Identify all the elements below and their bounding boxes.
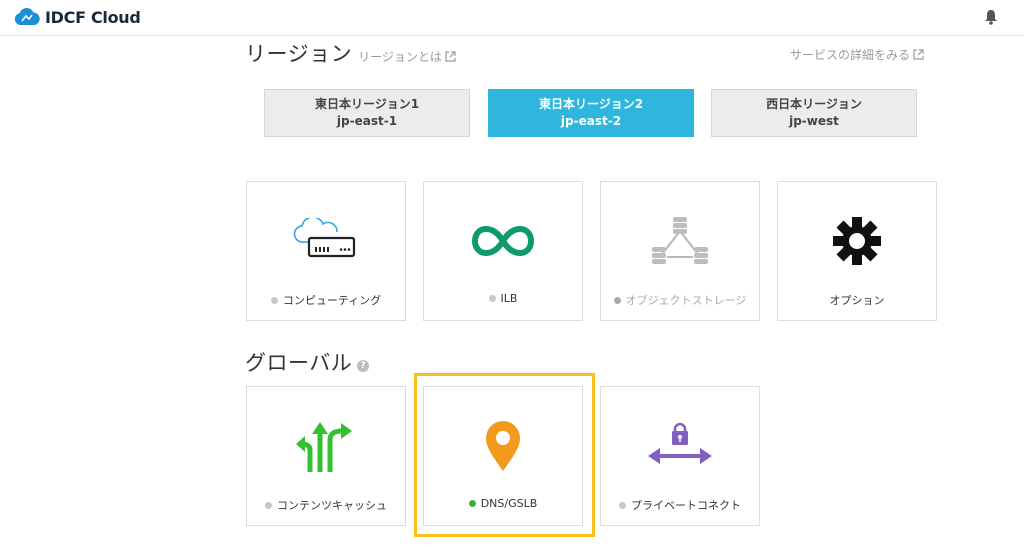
- about-region-link[interactable]: リージョンとは: [358, 50, 456, 64]
- service-label-text: コンピューティング: [282, 294, 382, 307]
- service-label: プライベートコネクト: [601, 497, 759, 513]
- region-tab-jp-west[interactable]: 西日本リージョン jp-west: [711, 89, 917, 137]
- service-label-text: コンテンツキャッシュ: [277, 499, 387, 512]
- service-label: コンテンツキャッシュ: [247, 497, 405, 513]
- service-label-text: オプション: [829, 294, 885, 307]
- service-label: DNS/GSLB: [424, 497, 582, 510]
- cloud-icon: [14, 8, 40, 25]
- about-region-link-label: リージョンとは: [358, 50, 442, 64]
- region-section-title: リージョン リージョンとは: [245, 38, 456, 68]
- service-label: コンピューティング: [247, 292, 405, 308]
- brand-logo[interactable]: IDCF Cloud: [13, 7, 141, 27]
- region-tab-name: 西日本リージョン: [766, 97, 862, 111]
- service-card-options[interactable]: オプション: [777, 181, 937, 321]
- object-storage-icon: [652, 217, 708, 264]
- global-title-text: グローバル: [245, 351, 353, 375]
- service-label: オブジェクトストレージ: [601, 292, 759, 308]
- region-title-text: リージョン: [245, 42, 353, 66]
- service-label-text: DNS/GSLB: [480, 497, 538, 510]
- region-tab-jp-east-1[interactable]: 東日本リージョン1 jp-east-1: [264, 89, 470, 137]
- status-dot: [265, 502, 272, 509]
- service-card-ilb[interactable]: ILB: [423, 181, 583, 321]
- region-tab-name: 東日本リージョン1: [314, 97, 420, 111]
- cloud-server-icon: [293, 218, 356, 258]
- gear-icon: [833, 217, 881, 265]
- status-dot: [619, 502, 626, 509]
- region-tab-code: jp-east-1: [336, 114, 398, 128]
- region-tab-code: jp-west: [789, 114, 839, 128]
- service-detail-link[interactable]: サービスの詳細をみる: [790, 46, 924, 63]
- service-card-object-storage[interactable]: オブジェクトストレージ: [600, 181, 760, 321]
- status-dot: [488, 295, 496, 302]
- infinity-icon: [471, 225, 535, 257]
- service-label-text: ILB: [500, 292, 518, 305]
- service-card-private-connect[interactable]: プライベートコネクト: [600, 386, 760, 526]
- service-label: ILB: [424, 292, 582, 305]
- notification-button[interactable]: [984, 9, 998, 29]
- service-card-computing[interactable]: コンピューティング: [246, 181, 406, 321]
- service-detail-label: サービスの詳細をみる: [790, 48, 911, 62]
- bell-icon: [985, 10, 997, 25]
- brand-name: IDCF Cloud: [45, 7, 141, 27]
- help-icon[interactable]: ?: [357, 360, 370, 372]
- private-connect-icon: [648, 423, 712, 464]
- service-label: オプション: [778, 292, 936, 308]
- top-bar: IDCF Cloud: [0, 0, 1024, 36]
- external-link-icon: [913, 49, 924, 60]
- service-label-text: オブジェクトストレージ: [625, 294, 747, 307]
- status-dot-active: [468, 500, 476, 507]
- map-pin-icon: [486, 421, 520, 471]
- region-tab-name: 東日本リージョン2: [538, 97, 644, 111]
- service-label-text: プライベートコネクト: [631, 499, 741, 512]
- service-card-dns-gslb[interactable]: DNS/GSLB: [423, 386, 583, 526]
- region-tab-code: jp-east-2: [560, 114, 622, 128]
- external-link-icon: [445, 51, 456, 62]
- region-tab-jp-east-2[interactable]: 東日本リージョン2 jp-east-2: [488, 89, 694, 137]
- service-card-content-cache[interactable]: コンテンツキャッシュ: [246, 386, 406, 526]
- status-dot: [613, 297, 621, 304]
- cdn-arrows-icon: [296, 422, 352, 472]
- global-section-title: グローバル?: [245, 347, 370, 377]
- status-dot: [270, 297, 278, 304]
